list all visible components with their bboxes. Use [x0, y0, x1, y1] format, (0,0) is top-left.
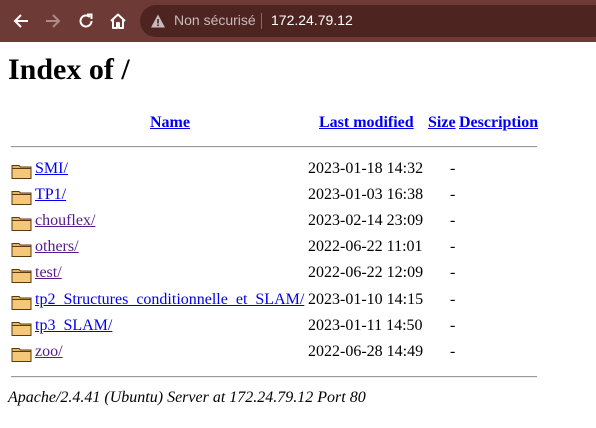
table-row: tp2_Structures_conditionnelle_et_SLAM/20…: [0, 289, 596, 313]
directory-link[interactable]: test/: [35, 264, 62, 282]
directory-link[interactable]: tp3_SLAM/: [35, 317, 112, 335]
back-icon[interactable]: [10, 10, 32, 32]
size-cell: -: [450, 238, 456, 256]
last-modified-cell: 2022-06-28 14:49: [308, 342, 424, 360]
folder-icon: [11, 162, 32, 180]
folder-icon: [11, 240, 32, 258]
folder-icon: [11, 188, 32, 206]
sort-by-name-link[interactable]: Name: [150, 114, 190, 132]
address-bar[interactable]: Non sécurisé 172.24.79.12: [140, 5, 596, 37]
last-modified-cell: 2022-06-22 11:01: [308, 238, 423, 256]
table-row: test/2022-06-22 12:09 -: [0, 262, 596, 286]
table-row: SMI/2023-01-18 14:32 -: [0, 158, 596, 182]
last-modified-cell: 2023-01-11 14:50: [308, 316, 423, 334]
folder-icon: [11, 293, 32, 311]
warning-icon[interactable]: [150, 13, 166, 29]
forward-icon[interactable]: [42, 10, 64, 32]
server-signature: Apache/2.4.41 (Ubuntu) Server at 172.24.…: [8, 389, 366, 406]
omnibox-divider: [261, 13, 262, 29]
last-modified-cell: 2023-01-18 14:32: [308, 160, 424, 177]
size-cell: -: [450, 160, 456, 177]
table-row: chouflex/2023-02-14 23:09 -: [0, 210, 596, 234]
directory-link[interactable]: chouflex/: [35, 212, 95, 230]
folder-icon: [11, 214, 32, 232]
table-row: others/2022-06-22 11:01 -: [0, 236, 596, 260]
footer-divider: [11, 376, 537, 378]
last-modified-cell: 2022-06-22 12:09: [308, 264, 424, 282]
folder-icon: [11, 266, 32, 284]
size-cell: -: [450, 316, 456, 334]
folder-icon: [11, 319, 32, 337]
directory-link[interactable]: SMI/: [35, 160, 68, 178]
security-status[interactable]: Non sécurisé: [174, 12, 256, 28]
sort-by-size-link[interactable]: Size: [428, 114, 456, 132]
url-text[interactable]: 172.24.79.12: [271, 12, 353, 28]
table-row: TP1/2023-01-03 16:38 -: [0, 184, 596, 208]
directory-link[interactable]: TP1/: [35, 186, 66, 204]
table-row: tp3_SLAM/2023-01-11 14:50 -: [0, 315, 596, 339]
size-cell: -: [450, 290, 456, 308]
sort-by-description-link[interactable]: Description: [459, 114, 538, 132]
browser-toolbar: Non sécurisé 172.24.79.12: [0, 0, 596, 42]
folder-icon: [11, 345, 32, 363]
last-modified-cell: 2023-02-14 23:09: [308, 212, 424, 230]
last-modified-cell: 2023-01-03 16:38: [308, 186, 424, 204]
size-cell: -: [450, 264, 456, 282]
header-divider: [11, 146, 537, 148]
reload-icon[interactable]: [75, 10, 97, 32]
last-modified-cell: 2023-01-10 14:15: [308, 290, 424, 308]
directory-link[interactable]: tp2_Structures_conditionnelle_et_SLAM/: [35, 291, 304, 309]
table-row: zoo/2022-06-28 14:49 -: [0, 341, 596, 365]
size-cell: -: [450, 186, 456, 204]
page-title: Index of /: [8, 53, 130, 86]
directory-link[interactable]: others/: [35, 238, 79, 256]
home-icon[interactable]: [107, 10, 129, 32]
sort-by-last-modified-link[interactable]: Last modified: [319, 114, 414, 132]
size-cell: -: [450, 342, 456, 360]
directory-link[interactable]: zoo/: [35, 343, 63, 361]
size-cell: -: [450, 212, 456, 230]
